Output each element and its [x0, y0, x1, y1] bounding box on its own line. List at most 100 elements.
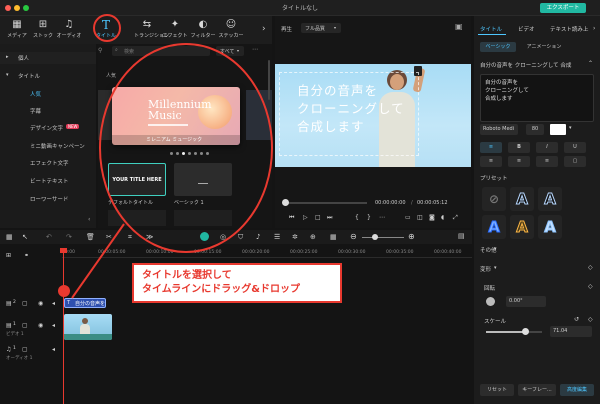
ai-toggle-icon[interactable]	[200, 232, 209, 241]
video-clip[interactable]	[64, 314, 112, 340]
sidebar-item-titles[interactable]: タイトル	[18, 72, 40, 80]
playback-progress[interactable]	[285, 202, 367, 204]
title-text-input[interactable]: 自分の音声を クローニングして 合成します	[480, 74, 594, 122]
effects-icon[interactable]: ✲	[292, 233, 298, 241]
sidebar-item-personal[interactable]: 個人	[18, 54, 29, 62]
more-icon[interactable]: ≫	[146, 233, 153, 241]
sidebar-item-effect-text[interactable]: エフェクト文字	[30, 159, 69, 167]
more-icon[interactable]: ⋯	[252, 46, 258, 53]
tab-transitions[interactable]: ⇆ トランジション	[134, 18, 169, 39]
more-icon[interactable]: ⋯	[379, 214, 385, 221]
tab-filters[interactable]: ◐ フィルター	[190, 18, 216, 39]
align-right-button[interactable]: ≡	[508, 156, 530, 167]
sidebar-item-design-text[interactable]: デザイン文字	[30, 124, 63, 132]
zoom-slider[interactable]	[362, 237, 404, 238]
tab-titles[interactable]: T タイトル	[93, 18, 119, 39]
preset-style-1[interactable]: A	[510, 187, 534, 211]
list-icon[interactable]: ☰	[274, 233, 280, 241]
stop-icon[interactable]: □	[315, 214, 321, 221]
keyframe-button[interactable]: キーフレー...	[518, 384, 556, 396]
crop-icon[interactable]: ⌗	[128, 233, 132, 242]
mute-icon[interactable]: ◂	[52, 322, 55, 329]
template-thumb-row3-a[interactable]	[108, 210, 166, 226]
video-frame[interactable]: 自分の音声を クローニングして 合成します	[275, 64, 471, 167]
font-color-swatch[interactable]	[550, 124, 566, 135]
eye-icon[interactable]: ◉	[38, 300, 43, 307]
playhead[interactable]	[63, 248, 64, 404]
align-center-button[interactable]: ≡	[480, 156, 502, 167]
grid-icon[interactable]: ▦	[330, 233, 337, 241]
carousel-dots[interactable]	[170, 152, 220, 156]
snap-icon[interactable]: ◎	[220, 233, 226, 241]
tab-title-props[interactable]: タイトル	[480, 25, 502, 33]
snapshot-icon[interactable]: ▣	[455, 22, 463, 31]
chevron-down-icon[interactable]: ▾	[494, 246, 497, 252]
filter-dropdown[interactable]: すべて ▾	[216, 46, 244, 56]
lock-icon[interactable]: ▢	[22, 300, 28, 307]
link-icon[interactable]: ⚭	[24, 252, 29, 259]
mute-icon[interactable]: ◂	[52, 300, 55, 307]
play-icon[interactable]: ▷	[303, 214, 308, 221]
step-back-icon[interactable]: ⏮	[289, 214, 294, 222]
scale-slider-handle[interactable]	[522, 328, 530, 335]
rotate-input[interactable]: 0.00°	[506, 296, 546, 307]
italic-button[interactable]: I	[536, 142, 558, 153]
lock-icon[interactable]: ▢	[22, 322, 28, 329]
select-tool-icon[interactable]: ↖	[22, 233, 28, 241]
tab-audio[interactable]: ♫ オーディオ	[56, 18, 82, 39]
subtab-basic[interactable]: ベーシック	[480, 42, 516, 52]
cut-icon[interactable]: ✂	[106, 233, 112, 241]
timeline-ruler[interactable]: 00:00 00:00:05:00 00:00:10:00 00:00:15:0…	[62, 248, 472, 258]
advanced-edit-button[interactable]: 高度編集	[560, 384, 594, 396]
camera-icon[interactable]: ◙	[429, 214, 435, 221]
fullscreen-icon[interactable]: ⤢	[453, 214, 458, 222]
keyframe-diamond-icon[interactable]: ◇	[588, 264, 593, 271]
font-family-select[interactable]: Roboto Medi	[480, 124, 518, 135]
collapse-sidebar-icon[interactable]: ‹	[88, 216, 90, 223]
preset-style-2[interactable]: A	[538, 187, 562, 211]
template-thumb-row3-b[interactable]	[174, 210, 232, 226]
scale-input[interactable]: 71.04	[550, 326, 592, 337]
redo-icon[interactable]: ↷	[66, 233, 72, 241]
tab-stock[interactable]: ⊞ ストック	[30, 18, 56, 39]
add-track-icon[interactable]: ⊞	[6, 252, 11, 259]
justify-button[interactable]: ≡	[536, 156, 558, 167]
collapse-icon[interactable]: ⌃	[588, 60, 593, 67]
preset-style-5[interactable]: A	[538, 215, 562, 239]
delete-icon[interactable]: 🗑	[86, 233, 95, 241]
eye-icon[interactable]: ◉	[38, 322, 43, 329]
settings-icon[interactable]: ▤	[458, 232, 465, 240]
tab-media[interactable]: ▦ メディア	[4, 18, 30, 39]
filter-icon[interactable]: ⚲	[98, 47, 102, 54]
mark-in-icon[interactable]: {	[355, 214, 359, 221]
mark-out-icon[interactable]: }	[367, 214, 371, 221]
rotate-dial[interactable]	[486, 297, 495, 306]
template-default-title[interactable]: YOUR TITLE HERE	[108, 163, 166, 196]
chevron-down-icon[interactable]: ▾	[494, 265, 497, 271]
sidebar-item-subtitles[interactable]: 字幕	[30, 107, 41, 115]
grid-scrollbar[interactable]	[268, 60, 270, 100]
preset-style-4[interactable]: A	[510, 215, 534, 239]
subtab-animation[interactable]: アニメーション	[522, 42, 566, 52]
split-view-icon[interactable]: ◫	[417, 214, 423, 221]
export-button[interactable]: エクスポート	[540, 3, 586, 13]
volume-icon[interactable]: ◖	[441, 214, 444, 221]
playhead-handle[interactable]	[60, 248, 67, 253]
zoom-out-icon[interactable]: ⊖	[350, 232, 357, 241]
step-forward-icon[interactable]: ⏭	[327, 214, 332, 222]
preset-style-3[interactable]: A	[482, 215, 506, 239]
reset-icon[interactable]: ↺	[574, 316, 579, 323]
keyframe-diamond-icon[interactable]: ◇	[588, 283, 593, 290]
title-clip[interactable]: T 自分の音声を	[64, 298, 106, 308]
monitor-icon[interactable]: ▭	[405, 214, 411, 221]
tab-effects[interactable]: ✦ エフェクト	[162, 18, 188, 39]
playback-handle[interactable]	[282, 199, 289, 206]
preset-none[interactable]: ⊘	[482, 187, 506, 211]
align-left-button[interactable]: ≡	[480, 142, 502, 153]
chevron-right-icon[interactable]: ›	[262, 24, 266, 34]
tab-stickers[interactable]: ☺ ステッカー	[218, 18, 244, 39]
scale-slider[interactable]	[486, 328, 542, 335]
layout-icon[interactable]: ▦	[6, 233, 13, 241]
shield-icon[interactable]: ⛉	[238, 233, 243, 242]
sidebar-item-lower-thirds[interactable]: ローワーサード	[30, 195, 68, 203]
